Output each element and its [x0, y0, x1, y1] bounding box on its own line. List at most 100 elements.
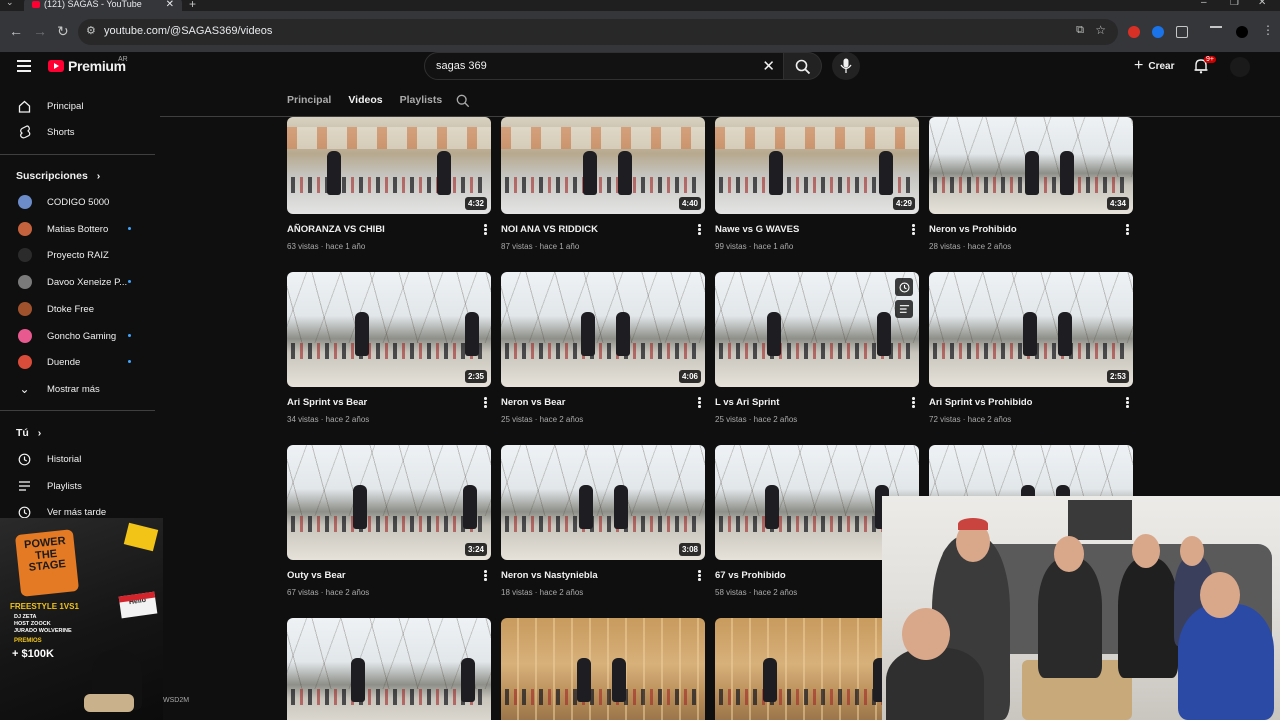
tab-principal[interactable]: Principal — [287, 94, 331, 114]
new-tab-icon[interactable]: + — [189, 0, 196, 11]
video-thumbnail[interactable]: 3:24 — [287, 445, 491, 560]
subscriptions-heading[interactable]: Suscripciones › — [16, 170, 100, 182]
new-content-dot — [128, 280, 131, 284]
extension-red-icon[interactable] — [1128, 26, 1140, 38]
video-actions-menu-icon[interactable] — [698, 397, 701, 409]
video-title[interactable]: L vs Ari Sprint — [715, 397, 779, 408]
thumbnail-dancer — [583, 151, 597, 195]
sidebar-subscription[interactable]: Duende — [0, 349, 155, 375]
video-thumbnail[interactable] — [501, 618, 705, 720]
close-tab-icon[interactable]: ✕ — [166, 0, 174, 10]
forward-icon[interactable]: → — [33, 23, 47, 39]
sidebar-item-label: Proyecto RAIZ — [47, 250, 109, 262]
chevron-right-icon: › — [37, 427, 42, 439]
sidebar-subscription[interactable]: Davoo Xeneize P... — [0, 269, 155, 295]
sidebar-item-principal[interactable]: Principal — [0, 93, 155, 119]
site-info-icon[interactable]: ⚙ — [86, 24, 96, 37]
video-actions-menu-icon[interactable] — [698, 224, 701, 236]
promo-title: POWER THE STAGE — [14, 529, 80, 597]
video-thumbnail[interactable]: 4:32 — [287, 117, 491, 214]
video-title[interactable]: Ari Sprint vs Bear — [287, 397, 367, 408]
video-title[interactable]: NOI ANA VS RIDDICK — [501, 224, 598, 235]
thumbnail-dancer — [1025, 151, 1039, 195]
video-actions-menu-icon[interactable] — [1126, 397, 1129, 409]
tab-videos[interactable]: Videos — [348, 94, 382, 114]
video-thumbnail[interactable]: 4:29 — [715, 117, 919, 214]
video-actions-menu-icon[interactable] — [912, 397, 915, 409]
browser-tab[interactable]: (121) SAGAS - YouTube ✕ — [24, 0, 182, 11]
minimize-icon[interactable]: – — [1201, 0, 1207, 8]
profile-avatar-icon[interactable] — [1236, 26, 1248, 38]
search-button[interactable] — [784, 52, 822, 80]
close-window-icon[interactable]: ✕ — [1258, 0, 1266, 8]
watch-later-icon[interactable] — [895, 278, 913, 296]
video-actions-menu-icon[interactable] — [484, 570, 487, 582]
video-actions-menu-icon[interactable] — [912, 224, 915, 236]
menu-icon[interactable] — [17, 60, 31, 72]
promo-lineup-3: JURADO WOLVERINE — [14, 628, 72, 634]
video-title[interactable]: Ari Sprint vs Prohibido — [929, 397, 1032, 408]
video-title[interactable]: Neron vs Prohibido — [929, 224, 1017, 235]
browser-menu-icon[interactable]: ⋮ — [1262, 23, 1274, 37]
create-button[interactable]: + Crear — [1124, 54, 1184, 78]
sidebar-item-playlists[interactable]: Playlists — [0, 473, 155, 499]
extensions-puzzle-icon[interactable] — [1176, 26, 1188, 38]
clear-search-icon[interactable]: ✕ — [762, 57, 775, 75]
sidebar-item-historial[interactable]: Historial — [0, 446, 155, 472]
shorts-icon — [17, 125, 32, 139]
restore-icon[interactable]: ❐ — [1230, 0, 1239, 8]
bookmark-star-icon[interactable]: ☆ — [1095, 23, 1106, 37]
sidebar-subscription[interactable]: Proyecto RAIZ — [0, 242, 155, 268]
tab-title: (121) SAGAS - YouTube — [44, 0, 142, 9]
search-input[interactable]: sagas 369 ✕ — [424, 52, 784, 80]
channel-search-icon[interactable] — [456, 94, 470, 108]
back-icon[interactable]: ← — [9, 23, 23, 39]
media-controls-icon[interactable] — [1210, 26, 1222, 38]
video-thumbnail[interactable]: 4:06 — [501, 272, 705, 387]
tab-search-dropdown-icon[interactable]: ⌄ — [6, 0, 14, 8]
video-thumbnail[interactable]: 4:40 — [501, 117, 705, 214]
install-app-icon[interactable]: ⧉ — [1076, 24, 1084, 37]
extension-blue-icon[interactable] — [1152, 26, 1164, 38]
address-bar[interactable]: ⚙ youtube.com/@SAGAS369/videos ⧉ ☆ — [78, 19, 1118, 45]
sidebar-subscription[interactable]: Dtoke Free — [0, 296, 155, 322]
video-thumbnail[interactable] — [287, 618, 491, 720]
sidebar-item-label: Mostrar más — [47, 384, 100, 395]
video-thumbnail[interactable] — [715, 272, 919, 387]
account-avatar[interactable] — [1230, 57, 1250, 77]
video-title[interactable]: AÑORANZA VS CHIBI — [287, 224, 385, 235]
video-thumbnail[interactable]: 3:08 — [501, 445, 705, 560]
sidebar-subscription[interactable]: Matias Bottero — [0, 216, 155, 242]
thumbnail-dancer — [351, 658, 365, 702]
thumbnail-dancer — [355, 312, 369, 356]
video-actions-menu-icon[interactable] — [1126, 224, 1129, 236]
sidebar-item-label: Dtoke Free — [47, 303, 94, 315]
you-heading[interactable]: Tú › — [16, 427, 41, 439]
add-to-queue-icon[interactable] — [895, 300, 913, 318]
video-thumbnail[interactable]: 2:53 — [929, 272, 1133, 387]
video-title[interactable]: Neron vs Nastyniebla — [501, 570, 598, 581]
webcam-person-cap — [958, 518, 988, 530]
sidebar-item-shorts[interactable]: Shorts — [0, 119, 155, 145]
video-actions-menu-icon[interactable] — [484, 397, 487, 409]
notifications-badge: 9+ — [1204, 56, 1216, 63]
video-title[interactable]: Neron vs Bear — [501, 397, 565, 408]
webcam-person-head — [1054, 536, 1084, 572]
video-thumbnail[interactable]: 2:35 — [287, 272, 491, 387]
voice-search-button[interactable] — [832, 52, 860, 80]
channel-avatar-image — [17, 275, 32, 290]
video-title[interactable]: Nawe vs G WAVES — [715, 224, 799, 235]
video-actions-menu-icon[interactable] — [484, 224, 487, 236]
reload-icon[interactable]: ↻ — [57, 23, 69, 40]
video-title[interactable]: 67 vs Prohibido — [715, 570, 786, 581]
sidebar-subscription[interactable]: Goncho Gaming — [0, 323, 155, 349]
browser-tab-strip: ⌄ (121) SAGAS - YouTube ✕ + – ❐ ✕ — [0, 0, 1280, 11]
video-title[interactable]: Outy vs Bear — [287, 570, 346, 581]
sidebar-item-show-more[interactable]: ⌄ Mostrar más — [0, 376, 155, 402]
video-actions-menu-icon[interactable] — [698, 570, 701, 582]
webcam-person-head — [902, 608, 950, 660]
tab-playlists[interactable]: Playlists — [400, 94, 443, 114]
video-thumbnail[interactable]: 4:34 — [929, 117, 1133, 214]
sidebar-subscription[interactable]: CODIGO 5000 — [0, 189, 155, 215]
youtube-premium-logo[interactable]: Premium AR — [48, 56, 128, 74]
